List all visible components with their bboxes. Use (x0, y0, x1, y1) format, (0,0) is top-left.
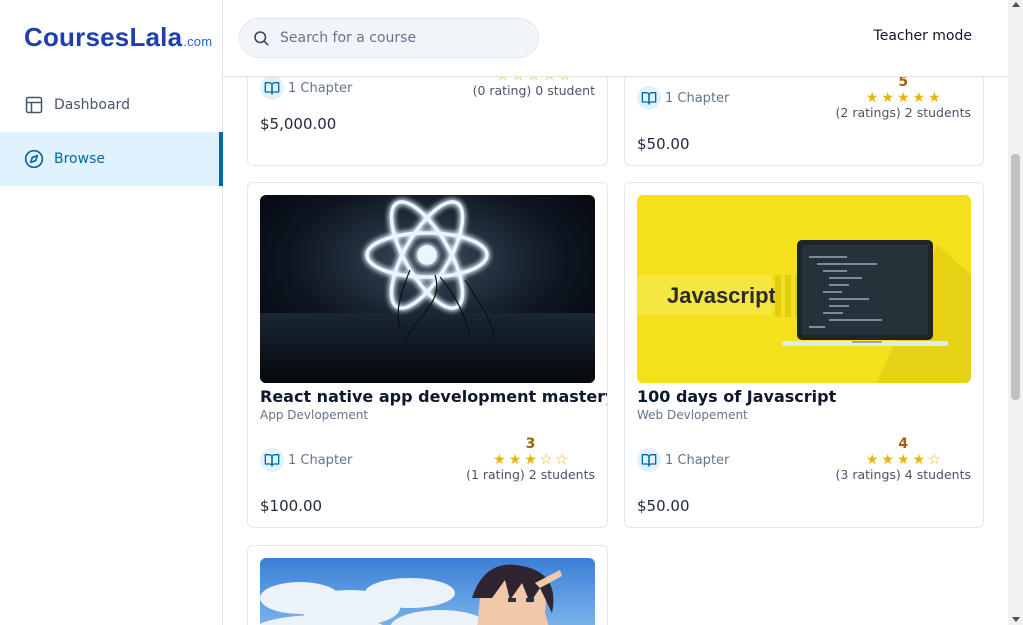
chapter-count: 1 Chapter (637, 86, 729, 110)
star-filled-icon: ★ (524, 452, 537, 468)
book-icon (637, 448, 661, 472)
book-icon (260, 448, 284, 472)
sidebar: CoursesLala.com Dashboard Browse (0, 0, 223, 625)
star-filled-icon: ★ (493, 452, 506, 468)
star-filled-icon: ★ (865, 452, 879, 468)
star-filled-icon: ★ (912, 90, 926, 106)
chapter-label: 1 Chapter (288, 80, 353, 96)
course-category: Web Devlopement (637, 408, 748, 422)
chapter-count: 1 Chapter (260, 76, 352, 100)
star-empty-icon: ☆ (928, 452, 941, 468)
sidebar-item-label: Browse (54, 151, 105, 167)
app-root: 1 Chapter ☆☆☆☆☆ (0 rating) 0 student $5,… (0, 0, 1023, 625)
students-count: 0 student (535, 83, 595, 98)
scroll-down-arrow-icon[interactable] (1012, 617, 1020, 622)
course-thumbnail (260, 195, 595, 383)
star-filled-icon: ★ (896, 90, 910, 106)
star-filled-icon: ★ (912, 452, 926, 468)
ratings-count: (3 ratings) (835, 467, 901, 482)
star-filled-icon: ★ (896, 452, 910, 468)
course-thumbnail: Javascript (637, 195, 971, 383)
students-count: 2 students (528, 467, 595, 482)
star-filled-icon: ★ (865, 90, 879, 106)
search-icon (252, 29, 270, 47)
app-logo[interactable]: CoursesLala.com (24, 22, 212, 53)
page-scrollbar[interactable] (1008, 0, 1023, 625)
star-rating: ★ ★ ★ ★ ☆ (836, 453, 971, 467)
course-price: $5,000.00 (260, 115, 337, 133)
ratings-count: (1 rating) (466, 467, 525, 482)
top-header: Teacher mode (223, 0, 1008, 77)
search-input[interactable] (280, 30, 520, 46)
chapter-count: 1 Chapter (637, 448, 729, 472)
book-icon (637, 86, 661, 110)
ratings-count: (2 ratings) (835, 105, 901, 120)
ratings-count: (0 rating) (472, 83, 532, 98)
scroll-thumb[interactable] (1011, 154, 1020, 400)
star-filled-icon: ★ (928, 90, 941, 106)
layout-icon (24, 95, 44, 115)
course-price: $50.00 (637, 135, 690, 153)
chapter-label: 1 Chapter (288, 452, 353, 468)
book-icon (260, 76, 284, 100)
search-bar[interactable] (239, 18, 539, 58)
star-empty-icon: ☆ (555, 452, 568, 468)
rating-meta: (2 ratings) 2 students (836, 105, 971, 121)
rating-value: 3 (525, 436, 536, 452)
chapter-count: 1 Chapter (260, 448, 352, 472)
chapter-label: 1 Chapter (665, 452, 730, 468)
course-card[interactable]: Javascript 100 days of Javascript Web De… (624, 182, 984, 528)
course-title: React native app development mastery (260, 387, 608, 406)
rating-block: 4 ★ ★ ★ ★ ☆ (3 ratings) 4 students (836, 436, 971, 483)
logo-main: CoursesLala (24, 22, 183, 52)
rating-block: 3 ★ ★ ★ ☆ ☆ (1 rating) 2 students (466, 436, 595, 483)
sidebar-item-dashboard[interactable]: Dashboard (0, 78, 222, 132)
rating-meta: (1 rating) 2 students (466, 467, 595, 483)
chapter-label: 1 Chapter (665, 90, 730, 106)
sidebar-item-label: Dashboard (54, 97, 130, 113)
star-rating: ★ ★ ★ ☆ ☆ (466, 453, 595, 467)
scroll-up-arrow-icon[interactable] (1012, 2, 1020, 7)
star-rating: ★ ★ ★ ★ ★ (836, 91, 971, 105)
star-filled-icon: ★ (881, 452, 894, 468)
thumbnail-text: Javascript (667, 283, 777, 308)
star-filled-icon: ★ (881, 90, 894, 106)
rating-block: 5 ★ ★ ★ ★ ★ (2 ratings) 2 students (836, 74, 971, 121)
rating-meta: (3 ratings) 4 students (836, 467, 971, 483)
course-thumbnail (260, 558, 595, 625)
sidebar-item-browse[interactable]: Browse (0, 132, 223, 186)
students-count: 2 students (904, 105, 971, 120)
compass-icon (24, 149, 44, 169)
course-title: 100 days of Javascript (637, 387, 837, 406)
teacher-mode-button[interactable]: Teacher mode (874, 28, 972, 44)
star-filled-icon: ★ (508, 452, 522, 468)
students-count: 4 students (904, 467, 971, 482)
course-price: $100.00 (260, 497, 323, 515)
star-empty-icon: ☆ (539, 452, 553, 468)
logo-suffix: .com (183, 34, 213, 49)
course-card[interactable] (247, 545, 608, 625)
rating-meta: (0 rating) 0 student (473, 83, 595, 99)
rating-value: 4 (898, 436, 909, 452)
course-category: App Devlopement (260, 408, 369, 422)
course-price: $50.00 (637, 497, 690, 515)
course-card[interactable]: React native app development mastery App… (247, 182, 608, 528)
